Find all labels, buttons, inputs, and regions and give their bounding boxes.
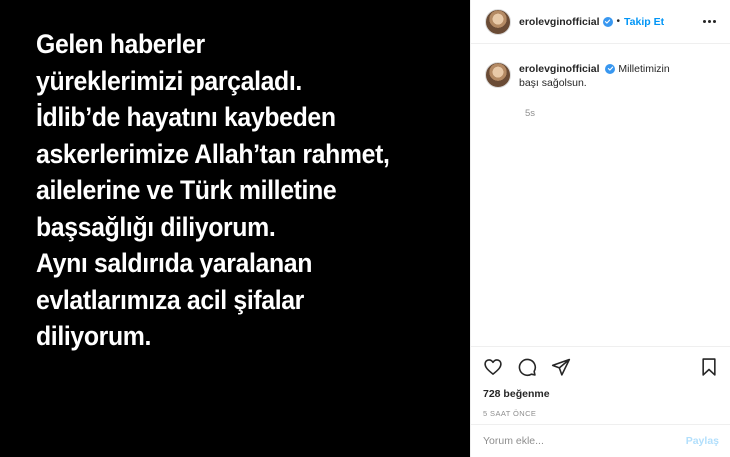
post-timestamp: 5 SAAT ÖNCE (483, 409, 537, 418)
caption-avatar[interactable] (485, 62, 511, 88)
post-text-line: ailelerine ve Türk milletine (36, 175, 337, 205)
header-username[interactable]: erolevginofficial (519, 16, 600, 28)
post-text-line: yüreklerimizi parçaladı. (36, 65, 302, 96)
share-icon[interactable] (551, 357, 571, 377)
comment-box: Paylaş (471, 424, 730, 457)
post-image[interactable]: Gelen haberler yüreklerimizi parçaladı. … (0, 0, 470, 457)
likes-count[interactable]: 728 beğenme (483, 388, 719, 400)
post-text-line: diliyorum. (36, 321, 152, 351)
post-image-text: Gelen haberler yüreklerimizi parçaladı. … (36, 26, 422, 355)
post-sidebar: erolevginofficial • Takip Et erolevginof… (470, 0, 730, 457)
post-text-line: İdlib’de hayatını kaybeden (36, 102, 336, 132)
avatar[interactable] (485, 8, 511, 35)
header-separator: • (616, 16, 621, 27)
post-text-line: Aynı saldırıda yaralanan (36, 248, 313, 278)
heart-icon[interactable] (483, 357, 503, 377)
caption-time: 5s (525, 108, 536, 119)
more-options-icon[interactable] (699, 16, 720, 27)
post-text-line: başsağlığı diliyorum. (36, 211, 276, 242)
verified-badge-icon (602, 16, 613, 27)
caption-body: erolevginofficial Milletimizin başı sağo… (519, 62, 689, 90)
comment-input[interactable] (483, 435, 686, 447)
post-text-line: Gelen haberler (36, 29, 205, 59)
verified-badge-icon (605, 63, 616, 74)
comment-icon[interactable] (517, 357, 537, 377)
post-actions: 728 beğenme 5 SAAT ÖNCE (471, 346, 730, 418)
post-comment-button[interactable]: Paylaş (686, 435, 719, 447)
post-text-line: askerlerimize Allah’tan rahmet, (36, 138, 390, 169)
post-header: erolevginofficial • Takip Et (471, 0, 730, 44)
instagram-post-view: Gelen haberler yüreklerimizi parçaladı. … (0, 0, 730, 457)
action-icons (483, 355, 719, 379)
caption: erolevginofficial Milletimizin başı sağo… (471, 44, 730, 90)
caption-username[interactable]: erolevginofficial (519, 63, 600, 75)
follow-button[interactable]: Takip Et (624, 16, 664, 28)
bookmark-icon[interactable] (699, 357, 719, 377)
post-text-line: evlatlarımıza acil şifalar (36, 284, 304, 315)
